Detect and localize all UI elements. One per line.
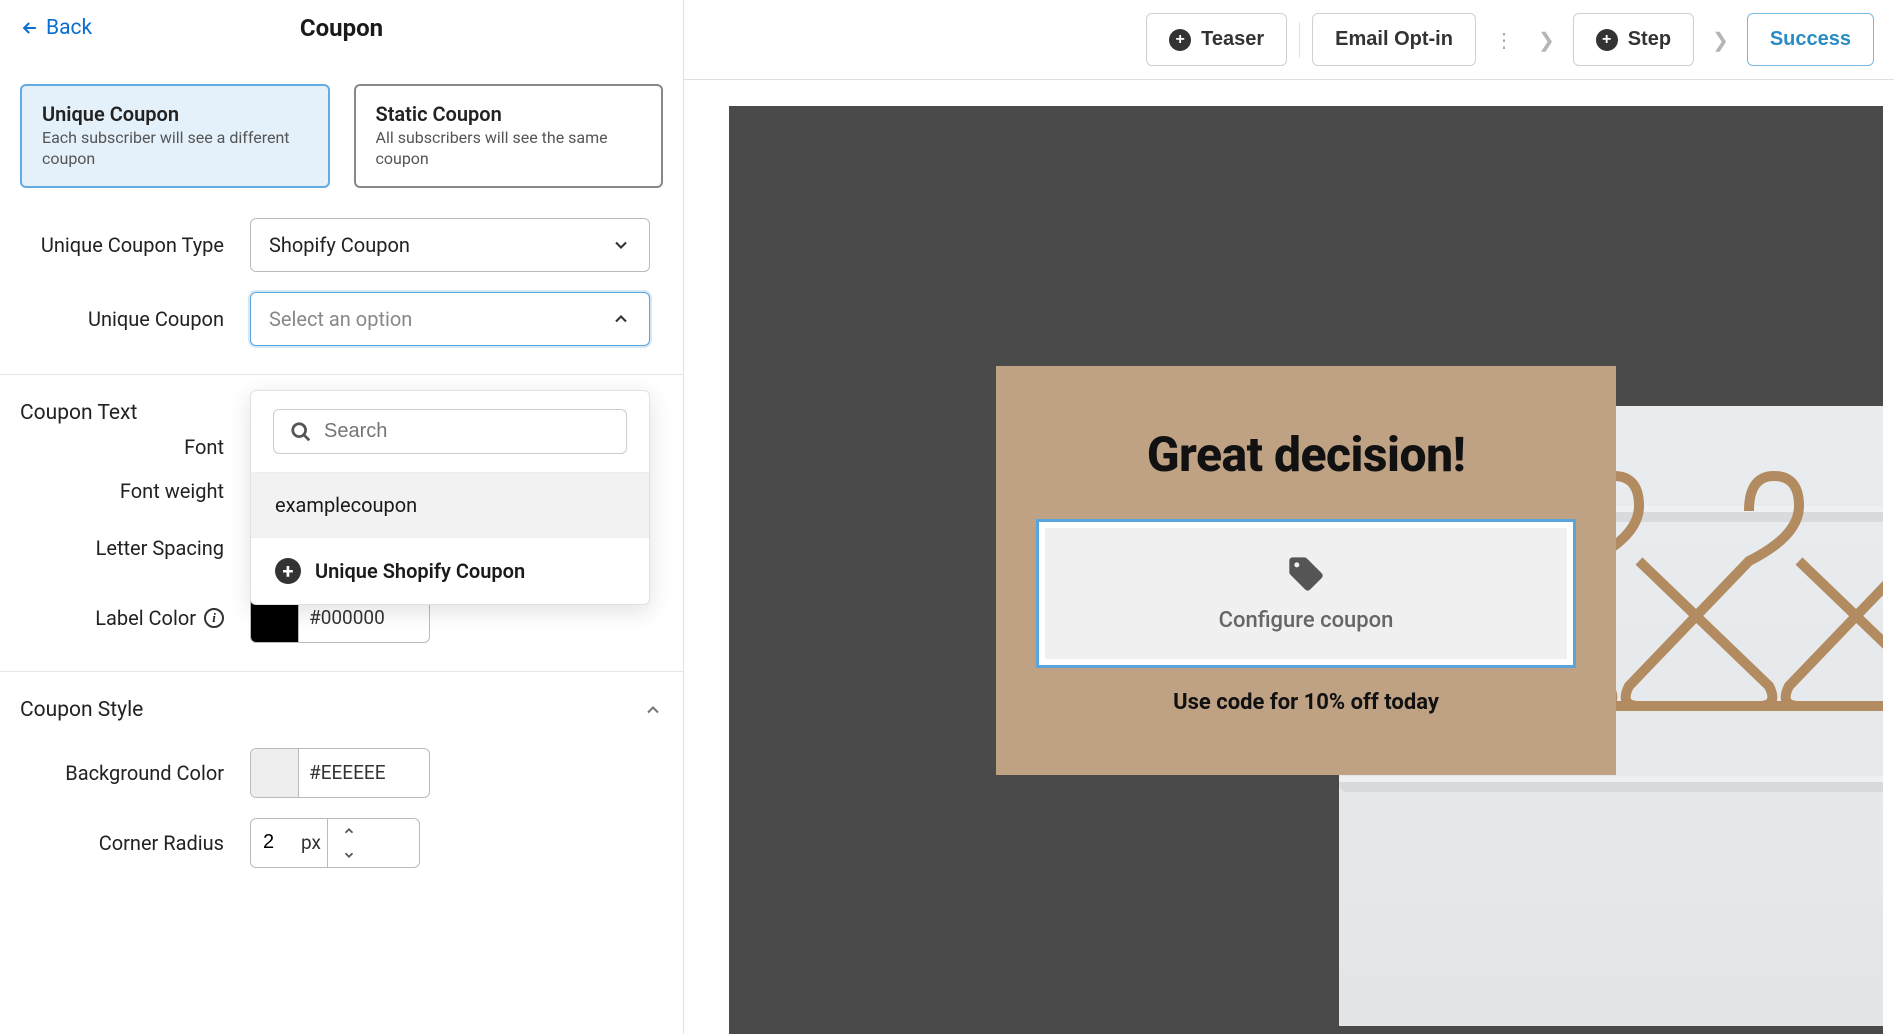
unique-coupon-card[interactable]: Unique Coupon Each subscriber will see a…: [20, 84, 330, 188]
unique-coupon-type-select[interactable]: Shopify Coupon: [250, 218, 650, 272]
chevron-down-icon: [611, 235, 631, 255]
coupon-style-label: Coupon Style: [20, 698, 143, 722]
page-title: Coupon: [300, 14, 383, 42]
top-nav: + Teaser Email Opt-in ⋮ ❯ + Step ❯ Succe…: [684, 0, 1894, 80]
chevron-up-icon: [342, 824, 356, 838]
popup-title: Great decision!: [1147, 426, 1465, 483]
unique-coupon-type-value: Shopify Coupon: [269, 233, 410, 257]
unique-coupon-title: Unique Coupon: [42, 102, 308, 126]
step-button[interactable]: + Step: [1573, 13, 1694, 66]
unique-coupon-label: Unique Coupon: [20, 307, 250, 331]
success-button[interactable]: Success: [1747, 13, 1874, 66]
email-optin-label: Email Opt-in: [1335, 28, 1453, 51]
static-coupon-desc: All subscribers will see the same coupon: [376, 128, 642, 170]
left-header: Back Coupon: [0, 0, 683, 56]
font-weight-label: Font weight: [20, 479, 250, 503]
corner-radius-step-down[interactable]: [328, 843, 370, 867]
back-button[interactable]: Back: [20, 16, 92, 40]
popup-subtext: Use code for 10% off today: [1173, 690, 1439, 715]
coupon-text-label: Coupon Text: [20, 401, 137, 425]
dropdown-create-option[interactable]: + Unique Shopify Coupon: [251, 537, 649, 604]
chevron-right-icon: ❯: [1532, 28, 1561, 52]
corner-radius-label: Corner Radius: [20, 831, 250, 855]
unique-coupon-select[interactable]: Select an option: [250, 292, 650, 346]
step-label: Step: [1628, 28, 1671, 51]
back-label: Back: [46, 16, 92, 40]
chevron-up-icon: [643, 700, 663, 720]
corner-radius-field[interactable]: px: [250, 818, 420, 868]
dropdown-create-label: Unique Shopify Coupon: [315, 559, 525, 583]
label-color-label: Label Color i: [20, 606, 250, 630]
unique-coupon-placeholder: Select an option: [269, 307, 412, 331]
teaser-label: Teaser: [1201, 28, 1264, 51]
unique-coupon-type-label: Unique Coupon Type: [20, 233, 250, 257]
coupon-box[interactable]: Configure coupon: [1036, 519, 1576, 668]
dropdown-search-box[interactable]: [273, 409, 627, 454]
coupon-style-section-head[interactable]: Coupon Style: [0, 672, 683, 748]
plus-circle-icon: +: [275, 558, 301, 584]
tag-icon: [1286, 554, 1326, 594]
corner-radius-input[interactable]: [251, 831, 301, 854]
teaser-button[interactable]: + Teaser: [1146, 13, 1287, 66]
nav-separator: [1299, 22, 1300, 58]
background-color-field[interactable]: #EEEEEE: [250, 748, 430, 798]
email-optin-button[interactable]: Email Opt-in: [1312, 13, 1476, 66]
dropdown-search-input[interactable]: [324, 420, 610, 443]
corner-radius-unit: px: [301, 831, 327, 854]
dropdown-search-wrap: [251, 391, 649, 472]
arrow-left-icon: [20, 18, 40, 38]
label-color-value: 000000: [321, 606, 385, 629]
success-label: Success: [1770, 28, 1851, 51]
search-icon: [290, 421, 312, 443]
static-coupon-title: Static Coupon: [376, 102, 642, 126]
background-color-value: EEEEEE: [321, 761, 386, 784]
stage-frame: Great decision! Configure coupon Use cod…: [729, 106, 1883, 1034]
chevron-down-icon: [342, 848, 356, 862]
letter-spacing-label: Letter Spacing: [20, 536, 250, 560]
coupon-label: Configure coupon: [1219, 608, 1394, 633]
dropdown-option-label: examplecoupon: [275, 493, 417, 517]
dropdown-option-examplecoupon[interactable]: examplecoupon: [251, 472, 649, 537]
plus-circle-icon: +: [1169, 29, 1191, 51]
static-coupon-card[interactable]: Static Coupon All subscribers will see t…: [354, 84, 664, 188]
coupon-config-section: Unique Coupon Type Shopify Coupon Unique…: [0, 208, 683, 375]
background-color-label: Background Color: [20, 761, 250, 785]
preview-popup: Great decision! Configure coupon Use cod…: [996, 366, 1616, 775]
unique-coupon-dropdown: examplecoupon + Unique Shopify Coupon: [250, 390, 650, 605]
preview-stage: Great decision! Configure coupon Use cod…: [684, 80, 1894, 1034]
more-dots-icon[interactable]: ⋮: [1488, 28, 1520, 52]
font-label: Font: [20, 435, 250, 459]
info-icon[interactable]: i: [204, 608, 224, 628]
coupon-type-row: Unique Coupon Each subscriber will see a…: [0, 56, 683, 208]
unique-coupon-desc: Each subscriber will see a different cou…: [42, 128, 308, 170]
corner-radius-step-up[interactable]: [328, 819, 370, 843]
plus-circle-icon: +: [1596, 29, 1618, 51]
background-color-swatch[interactable]: [251, 749, 299, 797]
chevron-up-icon: [611, 309, 631, 329]
chevron-right-icon: ❯: [1706, 28, 1735, 52]
